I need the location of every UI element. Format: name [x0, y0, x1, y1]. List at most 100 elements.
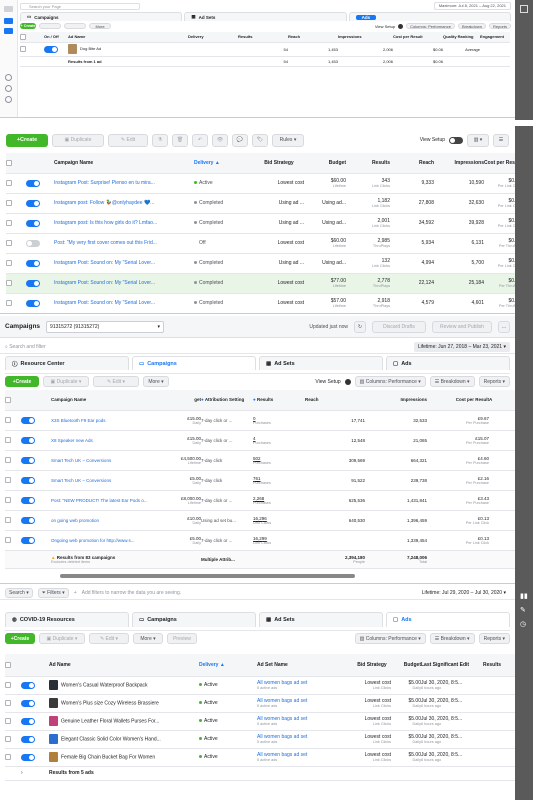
search-filter-input[interactable]: Search and filter	[9, 344, 414, 350]
tab-campaigns[interactable]: ▭ Campaigns	[20, 12, 183, 21]
edit-pencil-icon[interactable]: ✎	[520, 606, 528, 614]
row-toggle[interactable]	[21, 496, 35, 504]
account-selector[interactable]: 91315272 (91315272) ▾	[46, 320, 165, 333]
row-toggle[interactable]	[21, 681, 35, 689]
results-value[interactable]: 2,268	[253, 496, 264, 501]
col-attribution[interactable]: ● Attribution Setting	[201, 390, 253, 411]
tag-icon[interactable]: 🏷	[252, 133, 268, 147]
row-checkbox[interactable]	[6, 199, 12, 206]
table-row[interactable]: Post: "My very first cover comes out thi…	[6, 233, 515, 254]
budget-value[interactable]: £15.00	[187, 436, 201, 441]
nav-grid-icon[interactable]	[4, 18, 13, 24]
breakdown-icon[interactable]: ☰	[493, 133, 509, 147]
col-results[interactable]: Results	[238, 32, 288, 43]
columns-button[interactable]: ▥ Columns: Performance ▾	[354, 633, 426, 644]
preview-icon[interactable]: 👁	[212, 133, 228, 147]
create-button[interactable]: + Create	[20, 23, 36, 29]
breakdown-button[interactable]: Breakdown	[457, 23, 486, 29]
table-row[interactable]: Genuine Leather Floral Wallets Purses Fo…	[5, 712, 515, 731]
col-budget[interactable]: Budget	[304, 153, 346, 174]
col-impressions[interactable]: Impressions	[434, 153, 484, 174]
row-toggle[interactable]	[44, 45, 58, 53]
rules-button[interactable]: Rules ▾	[272, 133, 304, 147]
col-ad-name[interactable]: Ad Name	[49, 654, 199, 677]
chart-icon[interactable]: ▮▮	[520, 592, 528, 600]
campaign-name-link[interactable]: Instagram Post: Sound on: My "Serial Lov…	[54, 260, 155, 266]
row-toggle[interactable]	[26, 299, 40, 307]
ad-name[interactable]: Women's Plus size Cozy Wireless Brassier…	[61, 700, 159, 706]
col-campaign-name[interactable]: Campaign Name	[54, 153, 194, 174]
table-row[interactable]: Instagram post: Follow 🦆@onlyhaydee 💙...…	[6, 193, 515, 214]
row-toggle[interactable]	[21, 735, 35, 743]
tab-ads[interactable]: ▢ Ads	[386, 612, 510, 627]
col-budget[interactable]: get	[161, 390, 201, 411]
row-toggle[interactable]	[21, 699, 35, 707]
history-icon[interactable]: ◷	[520, 620, 528, 628]
add-filter-icon[interactable]: +	[74, 590, 77, 596]
more-options-icon[interactable]: …	[498, 320, 510, 333]
col-campaign-name[interactable]: Campaign Name	[51, 390, 161, 411]
col-cost-per-result[interactable]: Cost per Result	[484, 153, 515, 174]
nav-home-icon[interactable]	[4, 6, 13, 12]
budget-value[interactable]: £4,500.00	[181, 456, 201, 461]
view-setup-label[interactable]: View Setup	[315, 379, 340, 385]
tab-resource-center[interactable]: ⓘ Resource Center	[5, 356, 129, 370]
campaign-name-link[interactable]: Ongoing web promotion for http://www.s..…	[51, 538, 135, 543]
tab-adsets[interactable]: ▦ Ad Sets	[259, 356, 383, 370]
budget-value[interactable]: Using ad...	[322, 220, 346, 226]
review-publish-button[interactable]: Review and Publish	[432, 320, 492, 333]
row-toggle[interactable]	[26, 239, 40, 247]
row-toggle[interactable]	[21, 717, 35, 725]
campaign-name-link[interactable]: Instagram Post: Surprise! Pienso en tu m…	[54, 180, 155, 186]
row-toggle[interactable]	[26, 199, 40, 207]
row-checkbox[interactable]	[5, 497, 11, 503]
ab-test-icon[interactable]: ⚗	[152, 133, 168, 147]
results-value[interactable]: 4	[253, 436, 256, 441]
preview-button[interactable]: Preview	[167, 633, 197, 644]
row-checkbox[interactable]	[6, 279, 12, 286]
edit-button[interactable]	[64, 23, 86, 29]
table-row[interactable]: X3S Bluetooth F9 Ear pods £15.00 Daily 7-da…	[5, 410, 515, 431]
row-checkbox[interactable]	[5, 457, 11, 463]
col-reach[interactable]: Reach	[390, 153, 434, 174]
filters-button[interactable]: ⏷ Filters ▾	[37, 587, 69, 598]
col-results[interactable]: ● Results	[253, 390, 305, 411]
col-impressions[interactable]: Impressions	[365, 390, 427, 411]
right-scrollbar-bottom[interactable]: ▮▮ ✎ ◷	[515, 586, 533, 800]
row-toggle[interactable]	[21, 436, 35, 444]
table-row[interactable]: Smart Tech UK – Conversions £4,500.00 Life…	[5, 450, 515, 471]
more-button[interactable]: More	[89, 23, 111, 29]
date-range-picker[interactable]: Lifetime: Jun 27, 2018 – Mar 23, 2021 ▾	[413, 341, 510, 352]
campaign-name-link[interactable]: Post: "NEW PRODUCT! The latest Ear Pods …	[51, 498, 148, 503]
row-toggle[interactable]	[21, 456, 35, 464]
table-row[interactable]: Elegant Classic Solid Color Women's Hand…	[5, 730, 515, 749]
tab-adsets[interactable]: ▦ Ad Sets	[184, 12, 347, 21]
more-button[interactable]: More ▾	[143, 376, 169, 387]
row-toggle[interactable]	[26, 179, 40, 187]
horizontal-scrollbar[interactable]	[60, 574, 355, 578]
row-checkbox[interactable]	[6, 299, 12, 306]
budget-value[interactable]: £10.00	[187, 516, 201, 521]
col-impressions[interactable]: Impressions	[338, 32, 393, 43]
results-value[interactable]: 761	[253, 476, 261, 481]
duplicate-button[interactable]: ▣ Duplicate ▾	[43, 376, 89, 387]
row-toggle[interactable]	[21, 536, 35, 544]
budget-value[interactable]: £8,000.00	[181, 496, 201, 501]
view-setup-toggle[interactable]	[398, 23, 404, 29]
campaign-name-link[interactable]: Instagram Post: Sound on: My "Serial Lov…	[54, 300, 155, 306]
table-row[interactable]: Women's Plus size Cozy Wireless Brassier…	[5, 694, 515, 713]
col-ad-name[interactable]: Ad Name	[68, 32, 188, 43]
tab-adsets[interactable]: ▦ Ad Sets	[259, 612, 383, 627]
row-checkbox[interactable]	[5, 537, 11, 543]
col-engagement[interactable]: Engagement	[480, 32, 510, 43]
row-toggle[interactable]	[21, 476, 35, 484]
more-button[interactable]: More ▾	[133, 633, 163, 644]
table-row[interactable]: Instagram Post: Surprise! Pienso en tu m…	[6, 173, 515, 194]
results-value[interactable]: 0	[253, 416, 256, 421]
budget-value[interactable]: Using ad...	[322, 200, 346, 206]
row-toggle[interactable]	[26, 219, 40, 227]
table-row[interactable]: Female Big Chain Bucket Bag For Women Act…	[5, 748, 515, 767]
nav-search-icon[interactable]	[5, 74, 12, 81]
col-delivery[interactable]: Delivery ▲	[199, 654, 257, 677]
view-setup-label[interactable]: View Setup	[420, 137, 445, 143]
